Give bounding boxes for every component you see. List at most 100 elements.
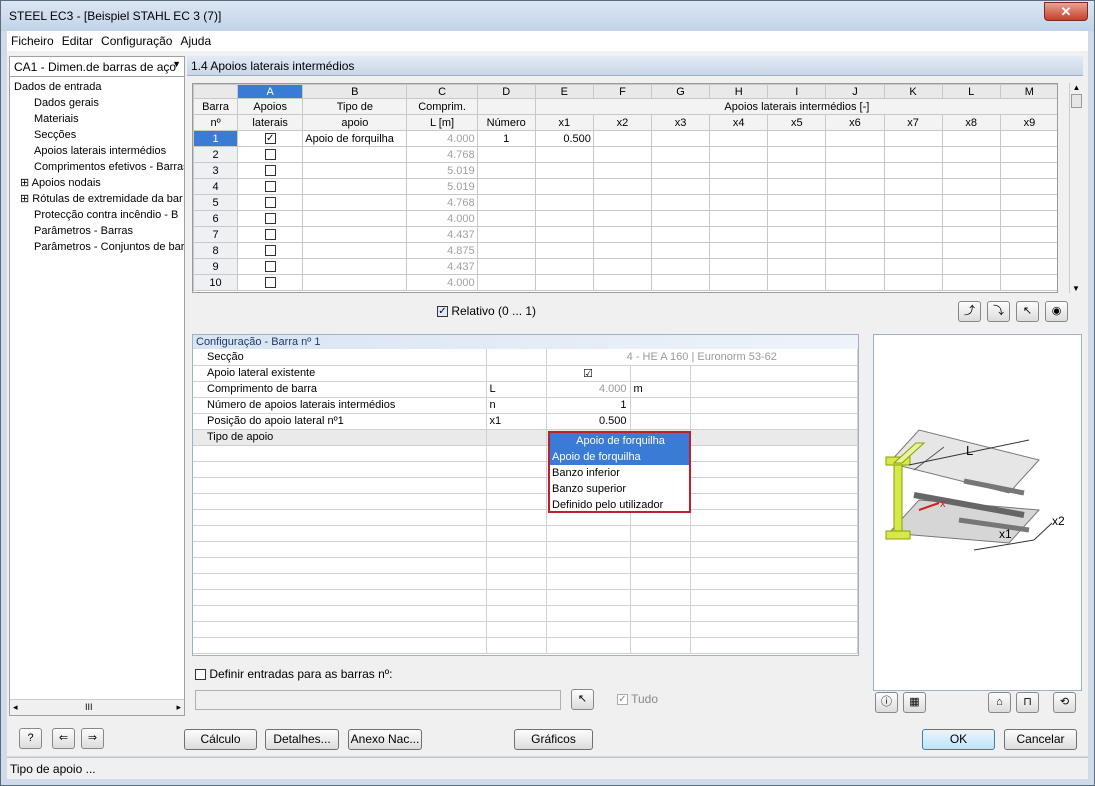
x-cell[interactable]: [999, 274, 1057, 291]
x-cell[interactable]: [650, 162, 711, 179]
ok-button[interactable]: OK: [922, 729, 995, 750]
menu-ajuda[interactable]: Ajuda: [176, 31, 215, 48]
define-option[interactable]: Definir entradas para as barras nº:: [195, 667, 392, 681]
x-cell[interactable]: [883, 274, 943, 291]
x-cell[interactable]: [941, 226, 1001, 243]
row-number[interactable]: 1: [193, 130, 239, 147]
scroll-right-icon[interactable]: ▸: [176, 702, 181, 713]
x-cell[interactable]: [941, 274, 1001, 291]
col-letter-c[interactable]: C: [406, 84, 478, 99]
detalhes-button[interactable]: Detalhes...: [265, 729, 339, 750]
x-cell[interactable]: [709, 226, 769, 243]
x-cell[interactable]: [592, 226, 653, 243]
x-cell[interactable]: [999, 210, 1057, 227]
x-cell[interactable]: [592, 130, 653, 147]
numero-cell[interactable]: [476, 146, 536, 163]
x-cell[interactable]: [825, 210, 885, 227]
tipo-apoio-dropdown[interactable]: Apoio de forquilha Apoio de forquilha Ba…: [548, 431, 691, 513]
dropdown-current[interactable]: Apoio de forquilha: [550, 433, 689, 449]
x1-cell[interactable]: [534, 226, 594, 243]
tree-item-materiais[interactable]: Materiais: [10, 111, 184, 127]
col-letter-a[interactable]: A: [237, 84, 304, 99]
tipo-apoio-cell[interactable]: [302, 226, 408, 243]
apoios-laterais-checkbox[interactable]: [264, 261, 276, 273]
col-letter-j[interactable]: J: [825, 84, 885, 99]
apoios-laterais-checkbox[interactable]: ✓: [264, 133, 276, 145]
row-number[interactable]: 10: [193, 274, 239, 291]
previous-icon[interactable]: ⇐: [52, 728, 75, 749]
tree-item-seccoes[interactable]: Secções: [10, 127, 184, 143]
x-cell[interactable]: [767, 130, 827, 147]
x-cell[interactable]: [883, 130, 943, 147]
x-cell[interactable]: [767, 194, 827, 211]
pick-icon[interactable]: ↖: [1016, 301, 1039, 322]
numero-cell[interactable]: [476, 162, 536, 179]
x-cell[interactable]: [941, 210, 1001, 227]
anexo-nacional-button[interactable]: Anexo Nac...: [348, 729, 422, 750]
nav-horizontal-scrollbar[interactable]: ◂ III ▸: [10, 699, 184, 715]
row-number[interactable]: 5: [193, 194, 239, 211]
col-letter-m[interactable]: M: [999, 84, 1057, 99]
x1-cell[interactable]: [534, 162, 594, 179]
table-row[interactable]: 10 4.000: [193, 274, 1057, 291]
x-cell[interactable]: [825, 226, 885, 243]
barras-input[interactable]: [195, 690, 561, 710]
x-cell[interactable]: [999, 226, 1057, 243]
x-cell[interactable]: [999, 162, 1057, 179]
x-cell[interactable]: [709, 242, 769, 259]
x-cell[interactable]: [650, 274, 711, 291]
tipo-apoio-cell[interactable]: [302, 210, 408, 227]
case-selector[interactable]: CA1 - Dimen.de barras de aço ▼: [10, 57, 184, 77]
tree-item-apoios-laterais[interactable]: Apoios laterais intermédios: [10, 143, 184, 159]
x-cell[interactable]: [825, 130, 885, 147]
x-cell[interactable]: [883, 226, 943, 243]
tree-item-rotulas[interactable]: ⊞ Rótulas de extremidade da bar: [10, 191, 184, 207]
x-cell[interactable]: [999, 146, 1057, 163]
view-front-icon[interactable]: ⌂: [988, 692, 1011, 713]
apoios-laterais-cell[interactable]: [237, 194, 304, 211]
x-cell[interactable]: [883, 178, 943, 195]
tree-root-dados-entrada[interactable]: Dados de entrada: [10, 79, 184, 95]
x-cell[interactable]: [941, 194, 1001, 211]
x-cell[interactable]: [592, 274, 653, 291]
x-cell[interactable]: [767, 146, 827, 163]
menu-editar[interactable]: Editar: [58, 31, 97, 48]
x1-cell[interactable]: [534, 274, 594, 291]
row-number[interactable]: 6: [193, 210, 239, 227]
tipo-apoio-cell[interactable]: [302, 242, 408, 259]
x-cell[interactable]: [592, 146, 653, 163]
col-letter-i[interactable]: I: [767, 84, 827, 99]
x-cell[interactable]: [941, 258, 1001, 275]
apoios-laterais-cell[interactable]: ✓: [237, 130, 304, 147]
tipo-apoio-cell[interactable]: Apoio de forquilha: [302, 130, 408, 147]
x-cell[interactable]: [767, 178, 827, 195]
x-cell[interactable]: [767, 258, 827, 275]
dropdown-option-banzo-superior[interactable]: Banzo superior: [550, 481, 689, 497]
x-cell[interactable]: [650, 178, 711, 195]
x-cell[interactable]: [883, 258, 943, 275]
x-cell[interactable]: [650, 130, 711, 147]
apoios-laterais-checkbox[interactable]: [264, 181, 276, 193]
close-button[interactable]: ✕: [1044, 2, 1088, 21]
excel-import-icon[interactable]: ⤵: [987, 301, 1010, 322]
table-row[interactable]: 2 4.768: [193, 146, 1057, 163]
config-value[interactable]: 4 - HE A 160 | Euronorm 53-62: [546, 349, 858, 366]
col-letter-e[interactable]: E: [534, 84, 594, 99]
tree-item-comprimentos[interactable]: Comprimentos efetivos - Barras: [10, 159, 184, 175]
info-icon[interactable]: ⓘ: [875, 692, 898, 713]
x-cell[interactable]: [941, 178, 1001, 195]
table-row[interactable]: 9 4.437: [193, 258, 1057, 275]
row-number[interactable]: 4: [193, 178, 239, 195]
scroll-up-icon[interactable]: ▲: [1070, 83, 1083, 92]
tree-item-apoios-nodais[interactable]: ⊞ Apoios nodais: [10, 175, 184, 191]
apoios-laterais-cell[interactable]: [237, 258, 304, 275]
x-cell[interactable]: [941, 162, 1001, 179]
col-letter-k[interactable]: K: [883, 84, 943, 99]
x-cell[interactable]: [941, 130, 1001, 147]
apoios-laterais-checkbox[interactable]: [264, 197, 276, 209]
numero-cell[interactable]: [476, 258, 536, 275]
apoios-laterais-checkbox[interactable]: [264, 149, 276, 161]
table-row[interactable]: 1 ✓ Apoio de forquilha 4.000 1 0.500: [193, 130, 1057, 147]
reset-view-icon[interactable]: ⟲: [1053, 692, 1076, 713]
tree-item-proteccao[interactable]: Protecção contra incêndio - B: [10, 207, 184, 223]
